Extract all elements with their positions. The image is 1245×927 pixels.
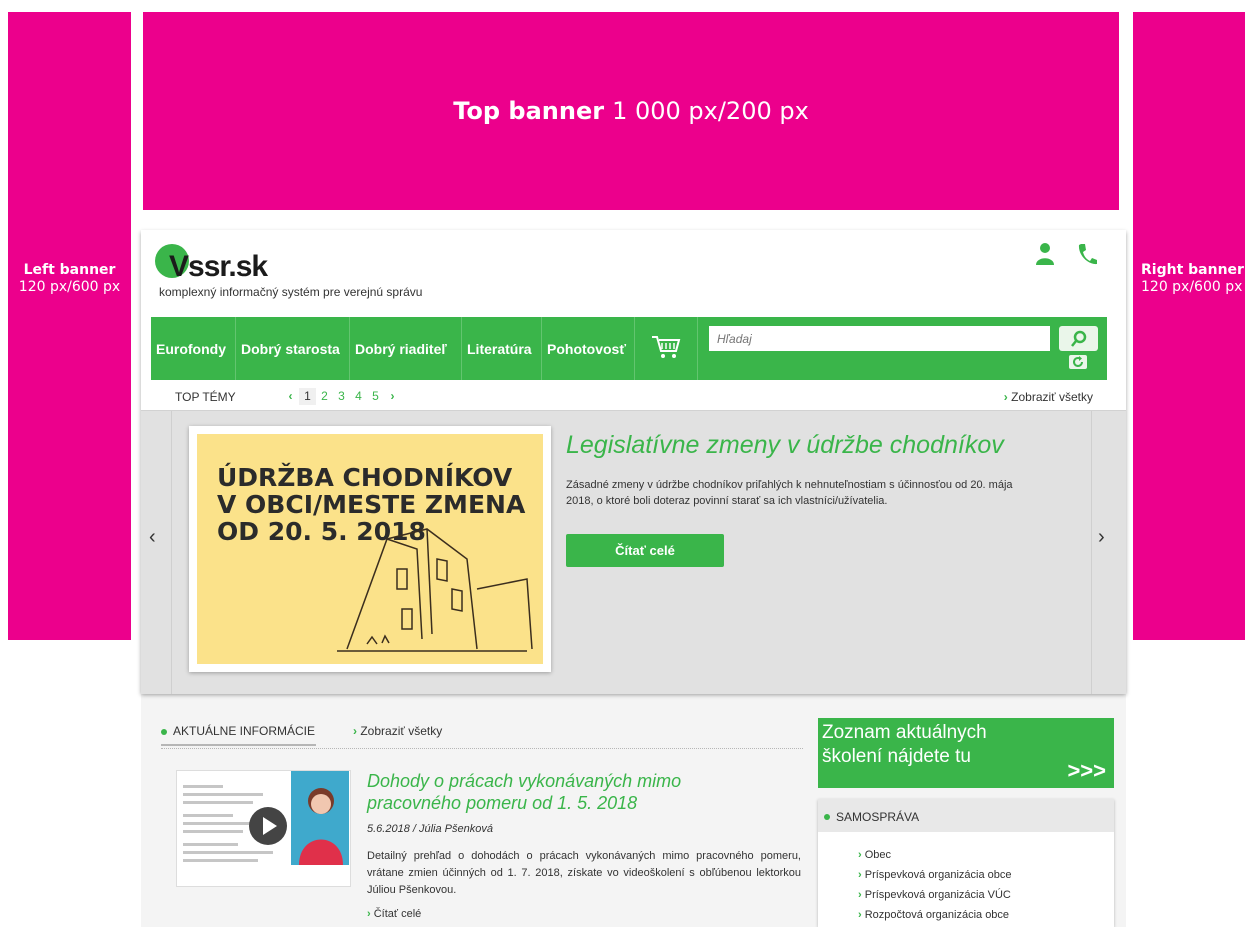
left-banner[interactable]: Left banner 120 px/600 px bbox=[8, 12, 131, 640]
read-more-button[interactable]: Čítať celé bbox=[566, 534, 724, 567]
pager-page[interactable]: 1 bbox=[299, 388, 316, 405]
slide-title[interactable]: Legislatívne zmeny v údržbe chodníkov bbox=[566, 431, 1004, 460]
header: Vssr.sk komplexný informačný systém pre … bbox=[141, 230, 1126, 694]
nav-item-dobry-riaditel[interactable]: Dobrý riaditeľ bbox=[350, 317, 462, 380]
top-banner-title: Top banner bbox=[453, 97, 605, 125]
samosprava-box: SAMOSPRÁVA › Obec › Príspevková organizá… bbox=[818, 799, 1114, 927]
news-tab-underline bbox=[161, 744, 316, 746]
samosprava-header: SAMOSPRÁVA bbox=[818, 799, 1114, 832]
slider-divider bbox=[171, 411, 172, 694]
right-banner-size: 120 px/600 px bbox=[1141, 279, 1243, 295]
play-icon[interactable] bbox=[249, 807, 287, 845]
nav-item-eurofondy[interactable]: Eurofondy bbox=[151, 317, 236, 380]
topics-show-all-label: Zobraziť všetky bbox=[1011, 390, 1093, 404]
nav-item-dobry-starosta[interactable]: Dobrý starosta bbox=[236, 317, 350, 380]
pager-page[interactable]: 2 bbox=[316, 388, 333, 405]
slide-description: Zásadné zmeny v údržbe chodníkov priľahl… bbox=[566, 479, 1013, 507]
nav-label: Dobrý starosta bbox=[241, 340, 340, 357]
phone-icon[interactable] bbox=[1076, 242, 1098, 268]
cart-button[interactable] bbox=[635, 317, 698, 380]
chevron-right-icon: › bbox=[1003, 390, 1008, 404]
news-show-all-link[interactable]: › Zobraziť všetky bbox=[353, 724, 442, 738]
featured-slider: ‹ › ÚDRŽBA CHODNÍKOV V OBCI/MESTE ZMENA … bbox=[141, 410, 1126, 694]
logo-text: Vssr.sk bbox=[169, 250, 268, 283]
main-nav: Eurofondy Dobrý starosta Dobrý riaditeľ … bbox=[151, 317, 1107, 380]
promo-line-2: školení nájdete tu bbox=[822, 746, 971, 767]
samosprava-item-prispevkova-obce[interactable]: › Príspevková organizácia obce bbox=[858, 869, 1011, 881]
street-sketch-illustration bbox=[337, 528, 533, 652]
nav-label: Literatúra bbox=[467, 340, 532, 357]
left-banner-size: 120 px/600 px bbox=[18, 279, 121, 295]
left-banner-title: Left banner bbox=[23, 262, 116, 278]
news-article-author: Júlia Pšenková bbox=[419, 823, 493, 835]
pager-prev-chevron-icon[interactable]: ‹ bbox=[282, 388, 299, 405]
samosprava-heading: SAMOSPRÁVA bbox=[836, 810, 920, 824]
samosprava-item-rozpoctova-obce[interactable]: › Rozpočtová organizácia obce bbox=[858, 909, 1009, 921]
site-frame: Vssr.sk komplexný informačný systém pre … bbox=[141, 230, 1126, 927]
news-heading: AKTUÁLNE INFORMÁCIE bbox=[173, 724, 316, 738]
chevron-right-icon: › bbox=[858, 869, 862, 881]
slider-next-chevron-icon[interactable]: › bbox=[1098, 526, 1112, 548]
news-show-all-label: Zobraziť všetky bbox=[360, 724, 443, 738]
pager-next-chevron-icon[interactable]: › bbox=[384, 388, 401, 405]
cart-icon bbox=[652, 336, 681, 358]
promo-arrows-icon: >>> bbox=[1067, 758, 1106, 783]
user-icon[interactable] bbox=[1034, 242, 1056, 268]
news-article-text: Detailný prehľad o dohodách o prácach vy… bbox=[367, 850, 801, 896]
search-icon bbox=[1071, 330, 1087, 347]
top-topics-bar: TOP TÉMY ‹ 1 2 3 4 5 › › Zobraziť všetky bbox=[151, 382, 1107, 410]
nav-label: Pohotovosť bbox=[547, 340, 627, 357]
slide-image-card[interactable]: ÚDRŽBA CHODNÍKOV V OBCI/MESTE ZMENA OD 2… bbox=[189, 426, 551, 672]
search-input[interactable] bbox=[709, 326, 1050, 351]
chevron-right-icon: › bbox=[367, 908, 371, 920]
samosprava-item-obec[interactable]: › Obec bbox=[858, 849, 891, 861]
nav-item-pohotovost[interactable]: Pohotovosť bbox=[542, 317, 635, 380]
right-banner-title: Right banner bbox=[1141, 262, 1244, 278]
chevron-right-icon: › bbox=[858, 849, 862, 861]
right-banner[interactable]: Right banner 120 px/600 px bbox=[1133, 12, 1245, 640]
slide-image: ÚDRŽBA CHODNÍKOV V OBCI/MESTE ZMENA OD 2… bbox=[197, 434, 543, 664]
chevron-right-icon: › bbox=[858, 909, 862, 921]
nav-label: Eurofondy bbox=[156, 340, 226, 357]
pager-page[interactable]: 3 bbox=[333, 388, 350, 405]
news-article-title[interactable]: Dohody o prácach vykonávaných mimo praco… bbox=[367, 770, 747, 814]
slider-divider bbox=[1091, 411, 1092, 694]
slider-prev-chevron-icon[interactable]: ‹ bbox=[149, 526, 163, 548]
promo-line-1: Zoznam aktuálnych bbox=[822, 722, 987, 743]
bullet-icon bbox=[824, 814, 830, 820]
samosprava-item-label: Obec bbox=[864, 849, 892, 861]
news-read-more-link[interactable]: › Čítať celé bbox=[367, 908, 421, 920]
top-banner[interactable]: Top banner 1 000 px/200 px bbox=[143, 12, 1119, 210]
news-tab[interactable]: AKTUÁLNE INFORMÁCIE bbox=[161, 724, 315, 738]
chevron-right-icon: › bbox=[858, 889, 862, 901]
news-article-date: 5.6.2018 bbox=[367, 823, 410, 835]
video-thumbnail[interactable] bbox=[176, 770, 351, 887]
search-button[interactable] bbox=[1059, 326, 1098, 351]
nav-item-literatura[interactable]: Literatúra bbox=[462, 317, 542, 380]
refresh-button[interactable] bbox=[1069, 355, 1087, 369]
refresh-icon bbox=[1073, 356, 1083, 367]
news-article-meta: 5.6.2018 / Júlia Pšenková bbox=[367, 823, 493, 835]
samosprava-item-label: Príspevková organizácia VÚC bbox=[864, 889, 1011, 901]
bullet-icon bbox=[161, 728, 167, 735]
pager-page[interactable]: 5 bbox=[367, 388, 384, 405]
nav-label: Dobrý riaditeľ bbox=[355, 340, 447, 357]
trainings-promo-banner[interactable]: Zoznam aktuálnych školení nájdete tu >>> bbox=[818, 718, 1114, 788]
top-banner-size: 1 000 px/200 px bbox=[612, 97, 809, 125]
topics-show-all-link[interactable]: › Zobraziť všetky bbox=[1004, 390, 1093, 404]
tagline: komplexný informačný systém pre verejnú … bbox=[159, 285, 423, 299]
samosprava-item-label: Rozpočtová organizácia obce bbox=[864, 909, 1010, 921]
samosprava-item-prispevkova-vuc[interactable]: › Príspevková organizácia VÚC bbox=[858, 889, 1011, 901]
topics-pager: ‹ 1 2 3 4 5 › bbox=[282, 388, 401, 405]
presenter-photo bbox=[291, 771, 349, 865]
top-topics-label: TOP TÉMY bbox=[175, 390, 236, 404]
chevron-right-icon: › bbox=[353, 724, 357, 738]
pager-page[interactable]: 4 bbox=[350, 388, 367, 405]
news-read-more-label: Čítať celé bbox=[373, 908, 422, 920]
samosprava-item-label: Príspevková organizácia obce bbox=[864, 869, 1012, 881]
news-divider bbox=[161, 748, 803, 749]
